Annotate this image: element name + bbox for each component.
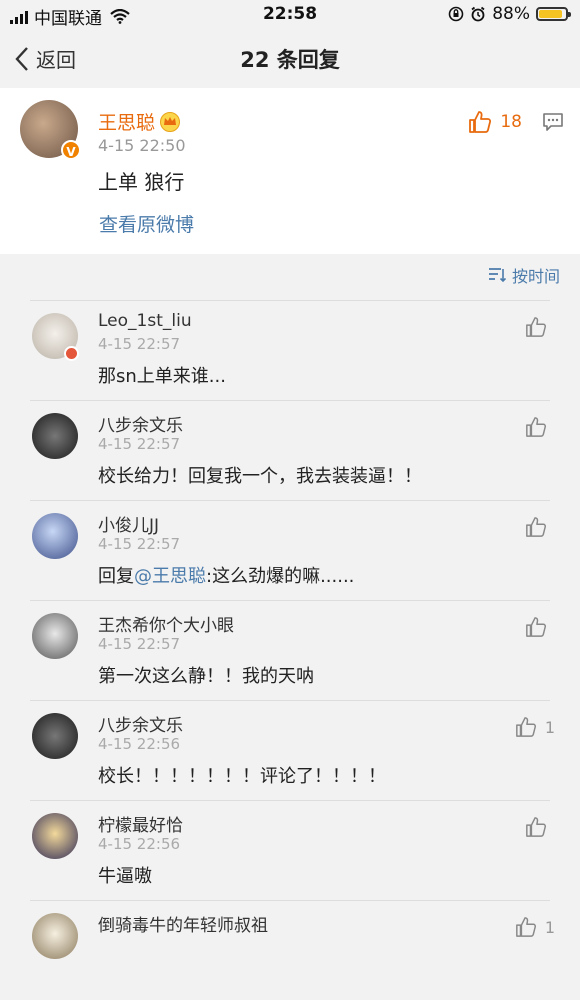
- divider: [30, 900, 550, 901]
- status-right: 88%: [448, 4, 571, 24]
- battery-percent: 88%: [492, 4, 530, 24]
- verified-badge: V: [61, 140, 81, 160]
- mention-link[interactable]: @王思聪: [134, 566, 206, 587]
- like-button[interactable]: [525, 316, 555, 338]
- comment-time: 4-15 22:57: [98, 635, 181, 653]
- page-title: 22 条回复: [240, 48, 340, 72]
- thumbs-up-icon: [526, 817, 547, 837]
- like-button[interactable]: [525, 416, 555, 438]
- avatar[interactable]: [32, 813, 78, 859]
- thumbs-up-icon: [526, 617, 547, 637]
- like-count: 1: [544, 917, 555, 937]
- comment-time: 4-15 22:57: [98, 335, 181, 353]
- list-item[interactable]: 柠檬最好恰 4-15 22:56 牛逼嗷: [0, 800, 580, 900]
- original-author[interactable]: 王思聪: [98, 108, 181, 135]
- thumbs-up-icon: [526, 517, 547, 537]
- like-button[interactable]: [525, 816, 555, 838]
- chevron-left-icon: [15, 46, 28, 71]
- member-badge: [64, 346, 79, 361]
- alarm-icon: [471, 6, 485, 22]
- list-item[interactable]: 小俊儿JJ 4-15 22:57 回复@王思聪:这么劲爆的嘛......: [0, 500, 580, 600]
- like-button[interactable]: [525, 616, 555, 638]
- commenter-name[interactable]: 八步余文乐: [98, 711, 183, 736]
- divider: [30, 600, 550, 601]
- comment-time: 4-15 22:57: [98, 535, 181, 553]
- avatar[interactable]: [32, 913, 78, 959]
- comment-time: 4-15 22:56: [98, 735, 181, 753]
- divider: [30, 700, 550, 701]
- battery-icon: [536, 7, 571, 21]
- like-button[interactable]: [525, 516, 555, 538]
- commenter-name[interactable]: 八步余文乐: [98, 411, 183, 436]
- comment-time: 4-15 22:56: [98, 835, 181, 853]
- list-item[interactable]: Leo_1st_liu 4-15 22:57 那sn上单来谁...: [0, 300, 580, 400]
- comment-text: 回复@王思聪:这么劲爆的嘛......: [98, 562, 354, 588]
- reply-list: Leo_1st_liu 4-15 22:57 那sn上单来谁... 八步余文乐 …: [0, 300, 580, 1000]
- like-button[interactable]: 1: [515, 716, 555, 738]
- original-time: 4-15 22:50: [98, 136, 186, 155]
- thumbs-up-icon: [469, 111, 492, 133]
- comment-text: 校长！！！！！！！评论了！！！！: [98, 766, 386, 787]
- list-item[interactable]: 八步余文乐 4-15 22:57 校长给力！回复我一个，我去装装逼！！: [0, 400, 580, 500]
- commenter-name[interactable]: 小俊儿JJ: [98, 511, 159, 536]
- sort-label: 按时间: [511, 267, 560, 286]
- comment-text: 校长给力！回复我一个，我去装装逼！！: [98, 466, 422, 487]
- comment-text: 第一次这么静！！我的天呐: [98, 666, 314, 687]
- commenter-name[interactable]: 柠檬最好恰: [98, 811, 183, 836]
- divider: [30, 400, 550, 401]
- view-original-link[interactable]: 查看原微博: [99, 210, 194, 237]
- list-item[interactable]: 倒骑毒牛的年轻师叔祖 1: [0, 900, 580, 1000]
- divider: [30, 800, 550, 801]
- like-count: 1: [544, 717, 555, 737]
- sort-by-time-button[interactable]: 按时间: [488, 263, 560, 287]
- commenter-name[interactable]: 王杰希你个大小眼: [98, 611, 234, 636]
- back-label: 返回: [36, 48, 76, 72]
- original-comment: V 王思聪 4-15 22:50 上单 狼行 查看原微博 18: [0, 88, 580, 254]
- sort-icon: [488, 268, 506, 283]
- like-count: 18: [500, 112, 522, 132]
- comment-text: 牛逼嗷: [98, 866, 152, 887]
- commenter-name[interactable]: 倒骑毒牛的年轻师叔祖: [98, 911, 268, 936]
- list-item[interactable]: 王杰希你个大小眼 4-15 22:57 第一次这么静！！我的天呐: [0, 600, 580, 700]
- back-button[interactable]: 返回: [14, 44, 76, 73]
- crown-icon: [160, 111, 181, 132]
- nav-bar: 返回 22 条回复: [0, 30, 580, 88]
- commenter-name[interactable]: Leo_1st_liu: [98, 311, 192, 331]
- thumbs-up-icon: [515, 717, 536, 737]
- author-name: 王思聪: [98, 112, 156, 134]
- thumbs-up-icon: [515, 917, 536, 937]
- reply-body: :这么劲爆的嘛......: [206, 566, 355, 587]
- like-button[interactable]: 18: [468, 110, 522, 134]
- comment-time: 4-15 22:57: [98, 435, 181, 453]
- battery-fill: [539, 10, 562, 18]
- thumbs-up-icon: [526, 317, 547, 337]
- avatar[interactable]: [32, 513, 78, 559]
- list-item[interactable]: 八步余文乐 4-15 22:56 校长！！！！！！！评论了！！！！ 1: [0, 700, 580, 800]
- comment-text: 那sn上单来谁...: [98, 366, 226, 387]
- like-button[interactable]: 1: [515, 916, 555, 938]
- divider: [30, 300, 550, 301]
- avatar[interactable]: [32, 413, 78, 459]
- status-bar: 中国联通 22:58 88%: [0, 0, 580, 30]
- orientation-lock-icon: [448, 6, 464, 22]
- avatar[interactable]: [32, 613, 78, 659]
- reply-prefix: 回复: [98, 566, 134, 587]
- comment-icon[interactable]: [542, 112, 564, 132]
- divider: [30, 500, 550, 501]
- original-text: 上单 狼行: [98, 170, 185, 194]
- thumbs-up-icon: [526, 417, 547, 437]
- avatar[interactable]: [32, 713, 78, 759]
